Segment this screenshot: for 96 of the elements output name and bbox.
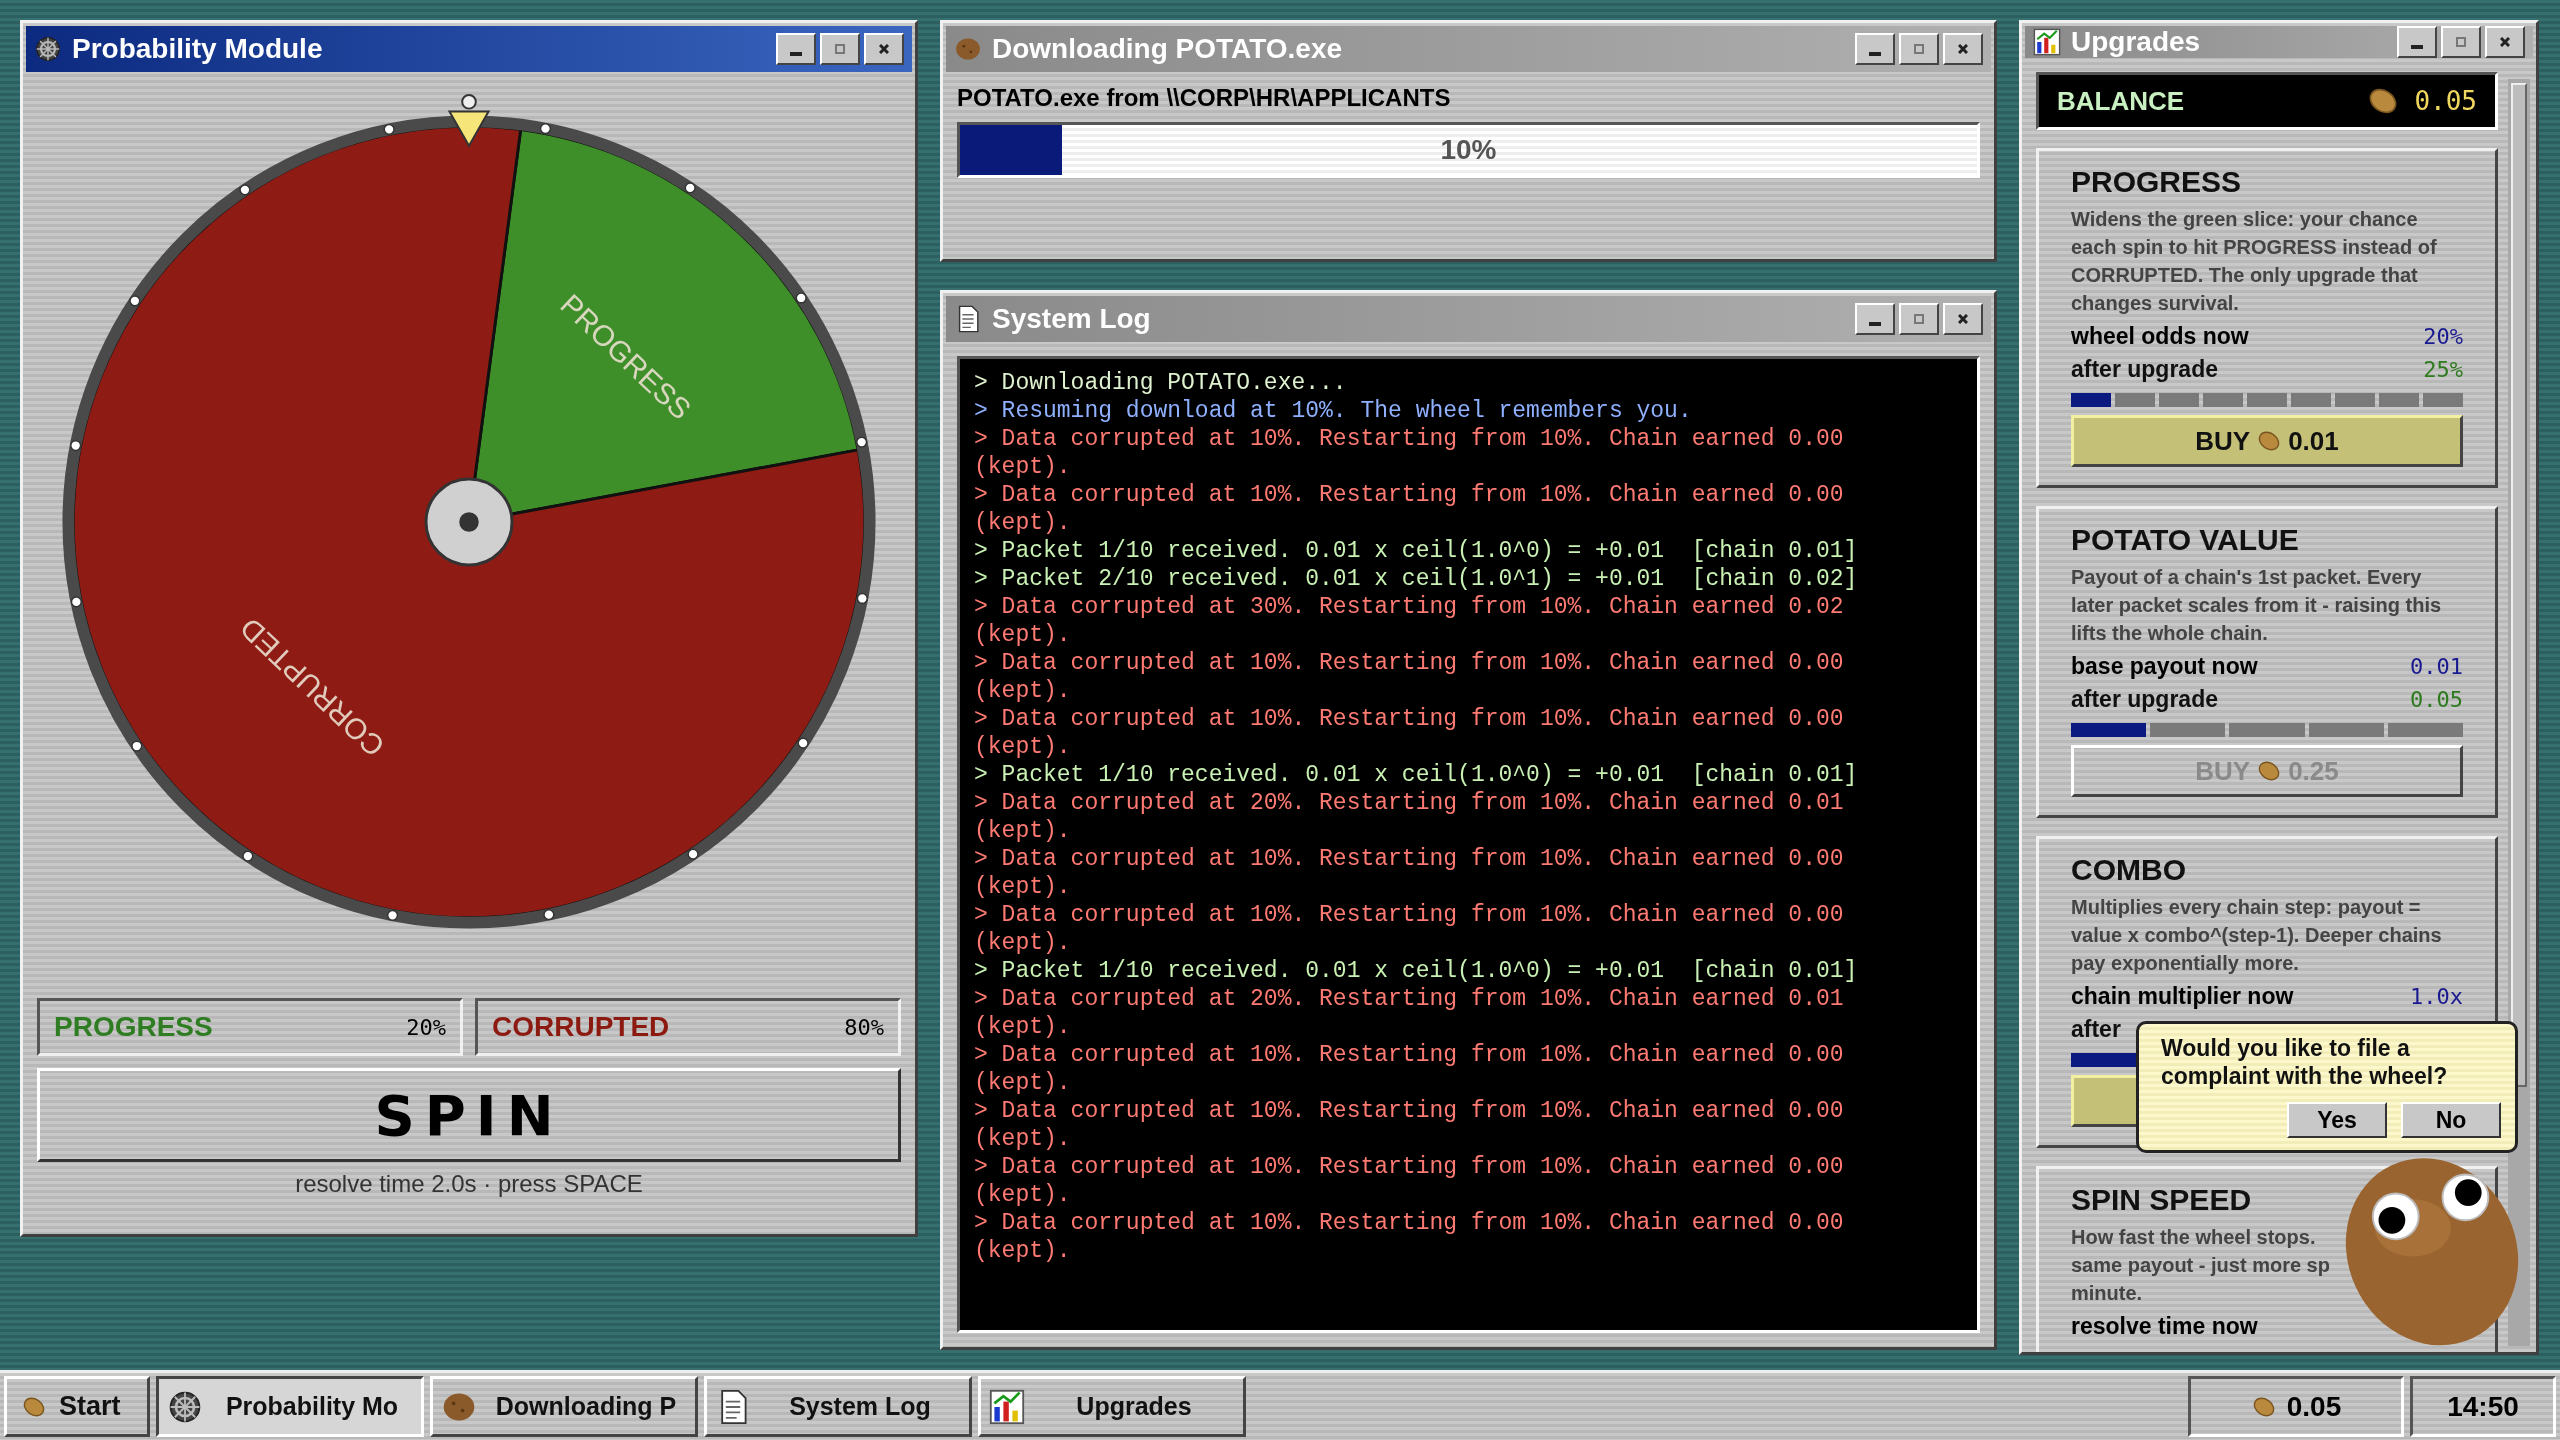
stat-label: resolve time now — [2071, 1313, 2258, 1340]
stat-label: base payout now — [2071, 653, 2258, 680]
maximize-button[interactable] — [1899, 33, 1939, 65]
progress-reading: 10% — [1440, 134, 1497, 166]
log-line: > Data corrupted at 10%. Restarting from 10%. Chain earned 0.00 (kept). — [974, 425, 1845, 481]
minimize-icon — [1869, 52, 1881, 56]
card-description: minute. — [2071, 1281, 2144, 1306]
dialog-text: Would you like to file a complaint with the wheel? — [2161, 1034, 2449, 1090]
log-line: > Packet 1/10 received. 0.01 x ceil(1.0^0) = +0.01 [chain 0.01] — [974, 537, 1859, 565]
close-icon — [1958, 314, 1968, 324]
window-title: Upgrades — [2071, 26, 2201, 58]
log-line: > Data corrupted at 10%. Restarting from 10%. Chain earned 0.00 (kept). — [974, 1041, 1845, 1097]
minimize-icon — [790, 52, 802, 56]
close-icon — [2500, 37, 2510, 47]
log-line: > Data corrupted at 30%. Restarting from 10%. Chain earned 0.02 (kept). — [974, 593, 1845, 649]
minimize-icon — [2411, 45, 2423, 49]
legend-label: PROGRESS — [54, 1011, 213, 1043]
close-button[interactable] — [1943, 33, 1983, 65]
log-line: > Data corrupted at 10%. Restarting from 10%. Chain earned 0.00 (kept). — [974, 1153, 1845, 1209]
clock: 14:50 — [2410, 1376, 2556, 1437]
stat-value: 0.05 — [2410, 687, 2463, 712]
balance-label: BALANCE — [2057, 85, 2185, 117]
stat-value: 25% — [2423, 357, 2463, 382]
download-source: POTATO.exe from \\CORP\HR\APPLICANTS — [957, 84, 1452, 112]
card-description: Payout of a chain's 1st packet. Every later packet scales from it - raising this lifts the whole chain. — [2071, 565, 2443, 646]
start-button[interactable]: Start — [4, 1376, 150, 1437]
minimize-button[interactable] — [2397, 26, 2437, 58]
taskbar-button[interactable]: Downloading P — [430, 1376, 698, 1437]
hint-text: resolve time 2.0s · press SPACE — [294, 1170, 644, 1198]
log-line: > Data corrupted at 10%. Restarting from 10%. Chain earned 0.00 (kept). — [974, 481, 1845, 537]
close-button[interactable] — [1943, 303, 1983, 335]
spin-button[interactable]: SPIN — [37, 1068, 901, 1162]
card-title: PROGRESS — [2071, 165, 2243, 199]
maximize-button[interactable] — [1899, 303, 1939, 335]
maximize-icon — [835, 44, 845, 54]
log-line: > Data corrupted at 20%. Restarting from 10%. Chain earned 0.01 (kept). — [974, 789, 1845, 845]
dialog-button[interactable]: No — [2401, 1102, 2501, 1138]
card-description: Widens the green slice: your chance each spin to hit PROGRESS instead of CORRUPTED. The only upgrade that changes survival. — [2071, 207, 2438, 316]
maximize-icon — [2456, 37, 2466, 47]
log-line: > Data corrupted at 10%. Restarting from 10%. Chain earned 0.00 (kept). — [974, 901, 1845, 957]
wheel-icon — [34, 35, 62, 63]
stat-label: after upgrade — [2071, 686, 2218, 713]
stat-label: after — [2071, 1016, 2121, 1043]
log-line: > Packet 1/10 received. 0.01 x ceil(1.0^0) = +0.01 [chain 0.01] — [974, 761, 1859, 789]
pointer-icon — [447, 93, 491, 148]
card-title: COMBO — [2071, 853, 2187, 887]
close-icon — [879, 44, 889, 54]
balance-value: 0.05 — [2414, 86, 2477, 116]
taskbar-button[interactable]: Probability Mo — [156, 1376, 424, 1437]
log-line: > Data corrupted at 10%. Restarting from 10%. Chain earned 0.00 (kept). — [974, 1209, 1845, 1265]
minimize-button[interactable] — [1855, 33, 1895, 65]
close-icon — [1958, 44, 1968, 54]
legend-value: 20% — [406, 1014, 446, 1040]
card-title: SPIN SPEED — [2071, 1183, 2253, 1217]
log-line: > Data corrupted at 10%. Restarting from 10%. Chain earned 0.00 (kept). — [974, 1097, 1845, 1153]
card-description: How fast the wheel stops. — [2071, 1225, 2317, 1250]
card-description: Multiplies every chain step: payout = value x combo^(step-1). Deeper chains pay exponentially more. — [2071, 895, 2443, 976]
log-line: > Data corrupted at 20%. Restarting from 10%. Chain earned 0.01 (kept). — [974, 985, 1845, 1041]
legend-label: CORRUPTED — [492, 1011, 670, 1043]
stat-label: after upgrade — [2071, 356, 2218, 383]
log-line: > Data corrupted at 10%. Restarting from 10%. Chain earned 0.00 (kept). — [974, 705, 1845, 761]
buy-button[interactable]: BUY 0.01 — [2071, 415, 2463, 467]
window-title: System Log — [992, 303, 1151, 335]
log-line: > Data corrupted at 10%. Restarting from 10%. Chain earned 0.00 (kept). — [974, 649, 1845, 705]
stat-label: wheel odds now — [2071, 323, 2249, 350]
close-button[interactable] — [864, 33, 904, 65]
maximize-button[interactable] — [820, 33, 860, 65]
stat-value: 20% — [2423, 324, 2463, 349]
minimize-icon — [1869, 322, 1881, 326]
scrollbar-thumb[interactable] — [2511, 83, 2527, 1087]
chart-icon — [2033, 28, 2061, 56]
stat-value: 1.0x — [2410, 984, 2463, 1009]
window-title: Downloading POTATO.exe — [992, 33, 1343, 65]
stat-value: 0.01 — [2410, 654, 2463, 679]
window-title: Probability Module — [72, 33, 323, 65]
card-title: POTATO VALUE — [2071, 523, 2300, 557]
tray-balance: 0.05 — [2188, 1376, 2404, 1437]
maximize-icon — [1914, 44, 1924, 54]
chart-icon — [989, 1388, 1025, 1425]
maximize-button[interactable] — [2441, 26, 2481, 58]
log-line: > Downloading POTATO.exe... — [974, 369, 1348, 397]
log-line: > Data corrupted at 10%. Restarting from 10%. Chain earned 0.00 (kept). — [974, 845, 1845, 901]
minimize-button[interactable] — [1855, 303, 1895, 335]
close-button[interactable] — [2485, 26, 2525, 58]
log-line: > Resuming download at 10%. The wheel remembers you. — [974, 397, 1693, 425]
stat-label: chain multiplier now — [2071, 983, 2294, 1010]
dialog-button[interactable]: Yes — [2287, 1102, 2387, 1138]
scrollbar[interactable] — [2508, 79, 2530, 1346]
minimize-button[interactable] — [776, 33, 816, 65]
maximize-icon — [1914, 314, 1924, 324]
card-description: same payout - just more sp — [2071, 1253, 2331, 1278]
log-line: > Packet 2/10 received. 0.01 x ceil(1.0^1) = +0.01 [chain 0.02] — [974, 565, 1859, 593]
log-line: > Packet 1/10 received. 0.01 x ceil(1.0^0) = +0.01 [chain 0.01] — [974, 957, 1859, 985]
taskbar-button[interactable]: System Log — [704, 1376, 972, 1437]
legend-value: 80% — [844, 1014, 884, 1040]
taskbar-button[interactable]: Upgrades — [978, 1376, 1246, 1437]
